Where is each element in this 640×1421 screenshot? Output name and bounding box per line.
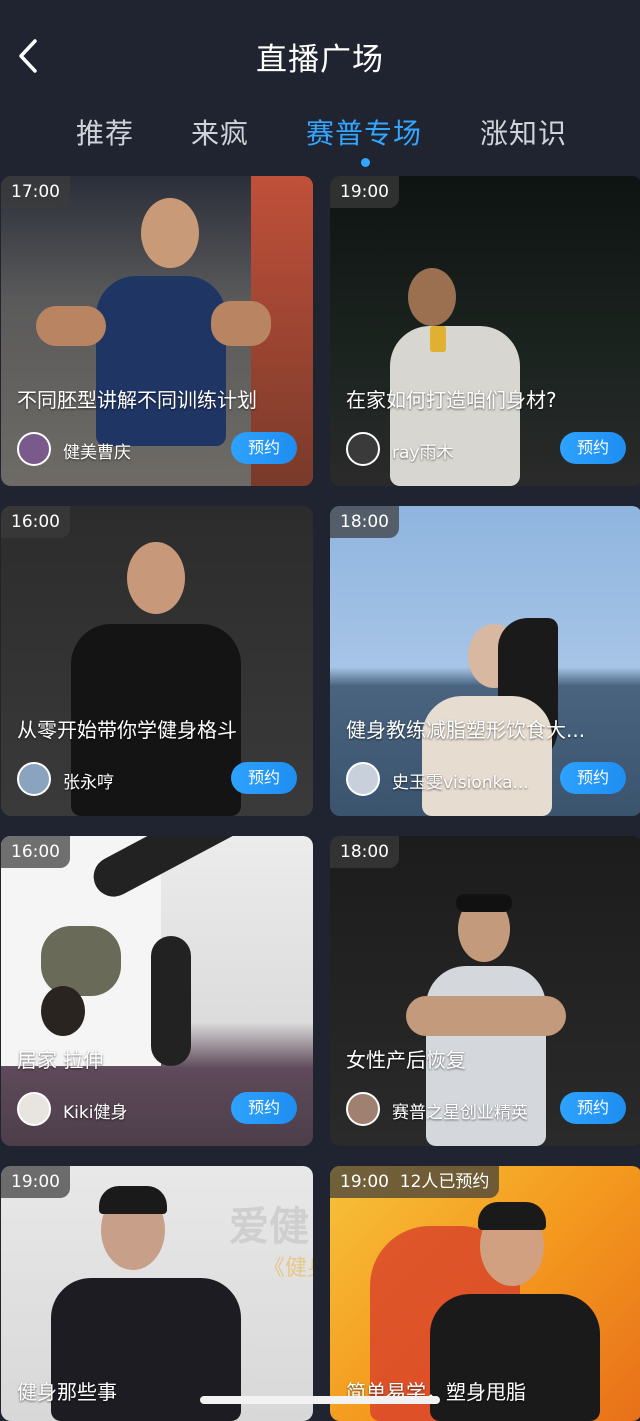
person-arm	[211, 301, 271, 346]
tab-laifeng[interactable]: 来疯	[191, 112, 249, 152]
live-card-grid: 17:00 不同胚型讲解不同训练计划 健美曹庆 预约 19:00 在家如何打造咱…	[0, 176, 640, 1421]
person-hair	[478, 1202, 546, 1230]
live-card[interactable]: 18:00 健身教练减脂塑形饮食大... 史玉雯visionka... 预约	[330, 506, 640, 816]
author-name: 张永哼	[63, 773, 114, 793]
person-head	[408, 268, 456, 326]
start-time-badge: 17:00	[1, 176, 70, 208]
live-title: 健身教练减脂塑形饮食大...	[346, 718, 586, 742]
author-name: 史玉雯visionka...	[392, 773, 529, 793]
live-card[interactable]: 爱健 《健身 19:00 健身那些事	[1, 1166, 313, 1421]
active-tab-indicator	[361, 158, 370, 167]
start-time-badge: 19:00 12人已预约	[330, 1166, 500, 1198]
home-indicator[interactable]	[200, 1396, 440, 1404]
tab-recommend[interactable]: 推荐	[76, 112, 134, 152]
author-name: Kiki健身	[63, 1103, 128, 1123]
live-card[interactable]: 16:00 居家 拉伸 Kiki健身 预约	[1, 836, 313, 1146]
person-torso	[41, 926, 121, 996]
live-card[interactable]: 19:00 在家如何打造咱们身材? ray雨木 预约	[330, 176, 640, 486]
live-title: 居家 拉伸	[17, 1048, 104, 1072]
headband	[456, 894, 512, 912]
live-card[interactable]: 17:00 不同胚型讲解不同训练计划 健美曹庆 预约	[1, 176, 313, 486]
avatar	[17, 432, 51, 466]
reserve-button[interactable]: 预约	[560, 432, 626, 464]
phone	[430, 326, 446, 352]
avatar	[17, 1092, 51, 1126]
top-bar: 直播广场 推荐 来疯 赛普专场 涨知识	[0, 0, 640, 176]
page-title: 直播广场	[256, 42, 384, 78]
tab-saipu[interactable]: 赛普专场	[306, 112, 422, 152]
person-head	[41, 986, 85, 1036]
overlay-subtext: 《健身	[263, 1256, 313, 1281]
person-head	[141, 198, 199, 268]
person-arm	[36, 306, 106, 346]
crossed-arms	[406, 996, 566, 1036]
author-name: 健美曹庆	[63, 443, 131, 463]
live-card[interactable]: 19:00 12人已预约 简单易学，塑身甩脂	[330, 1166, 640, 1421]
start-time-badge: 18:00	[330, 836, 399, 868]
person-torso	[96, 276, 226, 446]
reserve-button[interactable]: 预约	[231, 1092, 297, 1124]
tab-knowledge[interactable]: 涨知识	[480, 112, 567, 152]
avatar	[346, 1092, 380, 1126]
start-time-badge: 16:00	[1, 506, 70, 538]
live-card[interactable]: 16:00 从零开始带你学健身格斗 张永哼 预约	[1, 506, 313, 816]
avatar	[17, 762, 51, 796]
avatar	[346, 432, 380, 466]
reserve-button[interactable]: 预约	[560, 762, 626, 794]
person-hair	[99, 1186, 167, 1214]
live-title: 从零开始带你学健身格斗	[17, 718, 237, 742]
person-head	[127, 542, 185, 614]
live-card[interactable]: 18:00 女性产后恢复 赛普之星创业精英 预约	[330, 836, 640, 1146]
start-time-badge: 18:00	[330, 506, 399, 538]
live-title: 在家如何打造咱们身材?	[346, 388, 557, 412]
start-time-badge: 19:00	[1, 1166, 70, 1198]
reserve-button[interactable]: 预约	[560, 1092, 626, 1124]
author-name: 赛普之星创业精英	[392, 1103, 528, 1123]
reserve-button[interactable]: 预约	[231, 432, 297, 464]
start-time-badge: 19:00	[330, 176, 399, 208]
start-time-badge: 16:00	[1, 836, 70, 868]
avatar	[346, 762, 380, 796]
live-title: 女性产后恢复	[346, 1048, 466, 1072]
author-name: ray雨木	[392, 443, 454, 463]
tab-bar: 推荐 来疯 赛普专场 涨知识	[0, 112, 640, 172]
reserve-button[interactable]: 预约	[231, 762, 297, 794]
overlay-text: 爱健	[229, 1204, 309, 1250]
live-title: 不同胚型讲解不同训练计划	[17, 388, 257, 412]
